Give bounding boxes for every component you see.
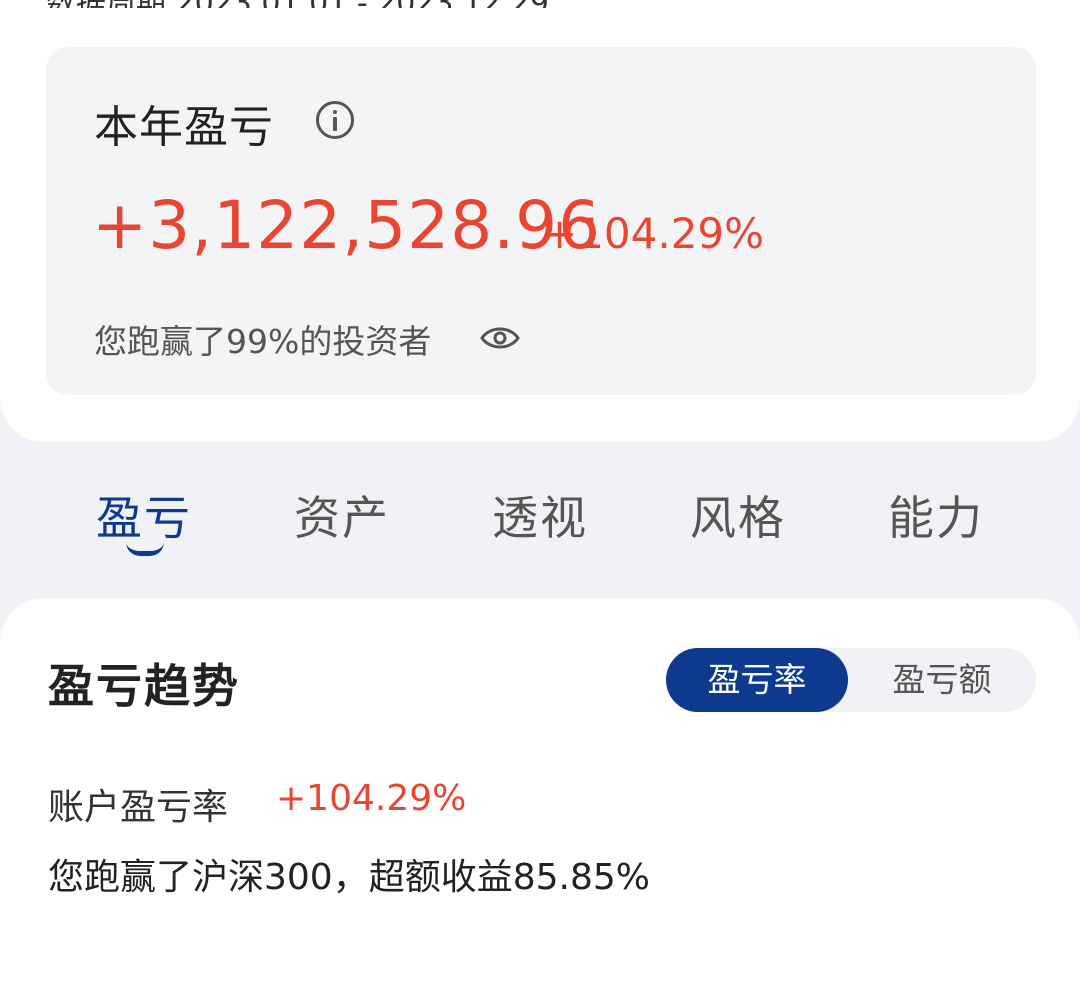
tab-pnl[interactable]: 盈亏 (96, 482, 192, 548)
tab-assets[interactable]: 资产 (294, 482, 390, 548)
pnl-summary-box: 本年盈亏 +3,122,528.96 +104.29% 您跑赢了99%的投资者 (46, 47, 1036, 395)
beat-investors-text: 您跑赢了99%的投资者 (94, 322, 432, 361)
excess-return-text: 您跑赢了沪深300，超额收益85.85% (48, 857, 650, 898)
account-rate-value: +104.29% (276, 778, 467, 819)
trend-card: 盈亏趋势 盈亏率 盈亏额 账户盈亏率 +104.29% 您跑赢了沪深300，超额… (0, 598, 1080, 998)
eye-icon[interactable] (480, 323, 520, 353)
pnl-amount: +3,122,528.96 (92, 187, 602, 264)
summary-card: 数据周期 2023.01.01 - 2023.12.29 本年盈亏 +3,122… (0, 0, 1080, 442)
tab-bar: 盈亏 资产 透视 风格 能力 (0, 472, 1080, 572)
active-tab-indicator (126, 542, 164, 556)
info-icon[interactable] (316, 101, 354, 139)
metric-toggle: 盈亏率 盈亏额 (666, 648, 1036, 712)
toggle-rate-button[interactable]: 盈亏率 (666, 648, 848, 712)
trend-title: 盈亏趋势 (48, 659, 240, 713)
account-rate-label: 账户盈亏率 (48, 787, 229, 828)
pnl-rate: +104.29% (542, 209, 765, 258)
pnl-title: 本年盈亏 (94, 102, 274, 153)
tab-ability[interactable]: 能力 (888, 482, 984, 548)
toggle-amount-button[interactable]: 盈亏额 (848, 648, 1036, 712)
tab-perspective[interactable]: 透视 (492, 482, 588, 548)
tab-style[interactable]: 风格 (690, 482, 786, 548)
date-range-text: 数据周期 2023.01.01 - 2023.12.29 (46, 0, 606, 8)
